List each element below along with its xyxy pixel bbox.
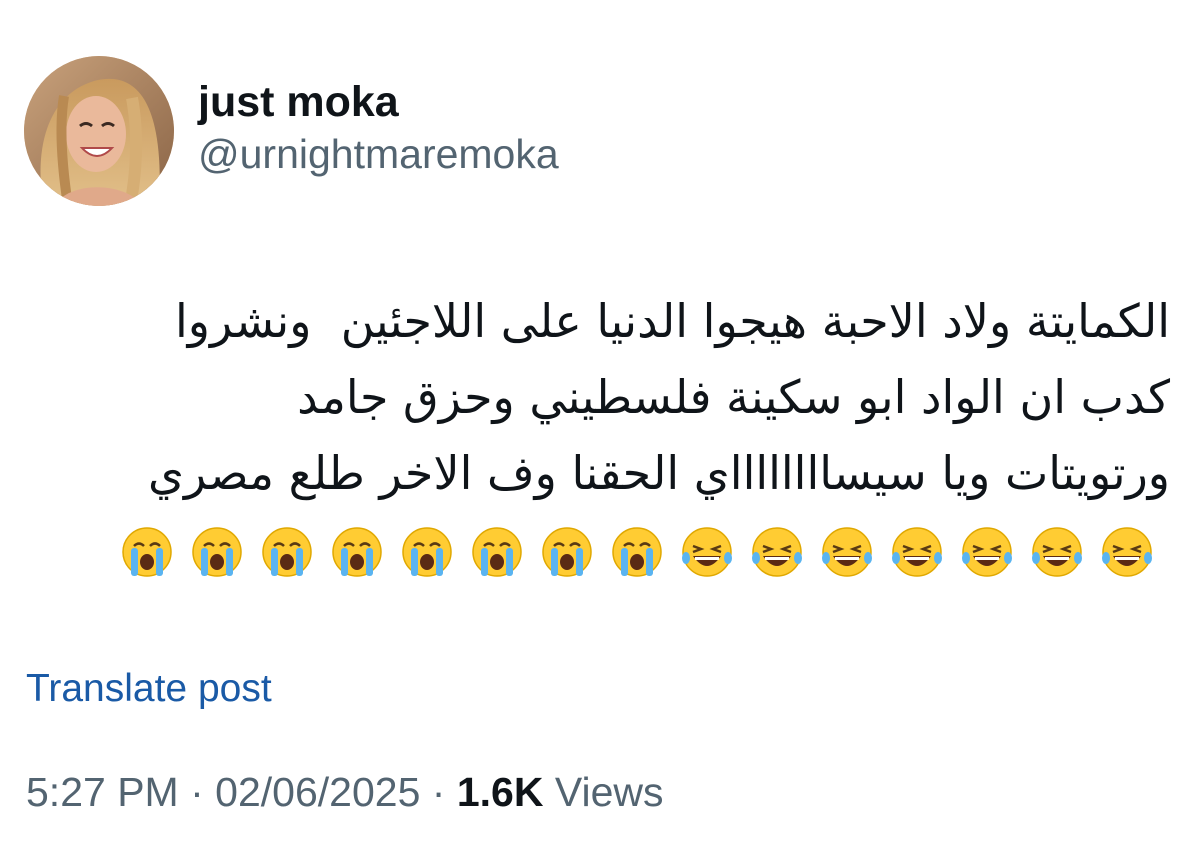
profile-photo-icon (24, 56, 174, 206)
loudly-crying-face-emoji-icon (322, 522, 392, 582)
tears-of-joy-emoji-icon (882, 522, 952, 582)
tears-of-joy-emoji-icon (1092, 522, 1162, 582)
loudly-crying-face-emoji-icon (182, 522, 252, 582)
loudly-crying-face-emoji-icon (112, 522, 182, 582)
tears-of-joy-emoji-icon (672, 522, 742, 582)
post-meta: 5:27 PM · 02/06/2025 · 1.6K Views (26, 766, 664, 818)
loudly-crying-face-emoji-icon (392, 522, 462, 582)
post-date[interactable]: 02/06/2025 (215, 769, 420, 815)
post-text-line: كدب ان الواد ابو سكينة فلسطيني وحزق جامد (297, 370, 1170, 424)
tears-of-joy-emoji-icon (812, 522, 882, 582)
loudly-crying-face-emoji-icon (252, 522, 322, 582)
display-name[interactable]: just moka (198, 76, 559, 128)
tears-of-joy-emoji-icon (742, 522, 812, 582)
post-text-line: ورتويتات ويا سيسااااااااي الحقنا وف الاخ… (148, 446, 1170, 500)
loudly-crying-face-emoji-icon (462, 522, 532, 582)
author-names: just moka @urnightmaremoka (198, 76, 559, 186)
views-label: Views (554, 769, 664, 815)
post-time[interactable]: 5:27 PM (26, 769, 179, 815)
tears-of-joy-emoji-icon (1022, 522, 1092, 582)
loudly-crying-face-emoji-icon (532, 522, 602, 582)
post-text: الكمايتة ولاد الاحبة هيجوا الدنيا على ال… (30, 283, 1170, 511)
translate-post-link[interactable]: Translate post (26, 665, 272, 713)
meta-separator: · (190, 769, 204, 815)
tears-of-joy-emoji-icon (952, 522, 1022, 582)
post-header: just moka @urnightmaremoka (24, 56, 559, 206)
avatar[interactable] (24, 56, 174, 206)
meta-separator: · (431, 769, 446, 815)
emoji-row (112, 522, 1162, 582)
user-handle[interactable]: @urnightmaremoka (198, 128, 559, 180)
post-text-line: الكمايتة ولاد الاحبة هيجوا الدنيا على ال… (175, 294, 1170, 348)
views-count: 1.6K (456, 769, 544, 815)
loudly-crying-face-emoji-icon (602, 522, 672, 582)
